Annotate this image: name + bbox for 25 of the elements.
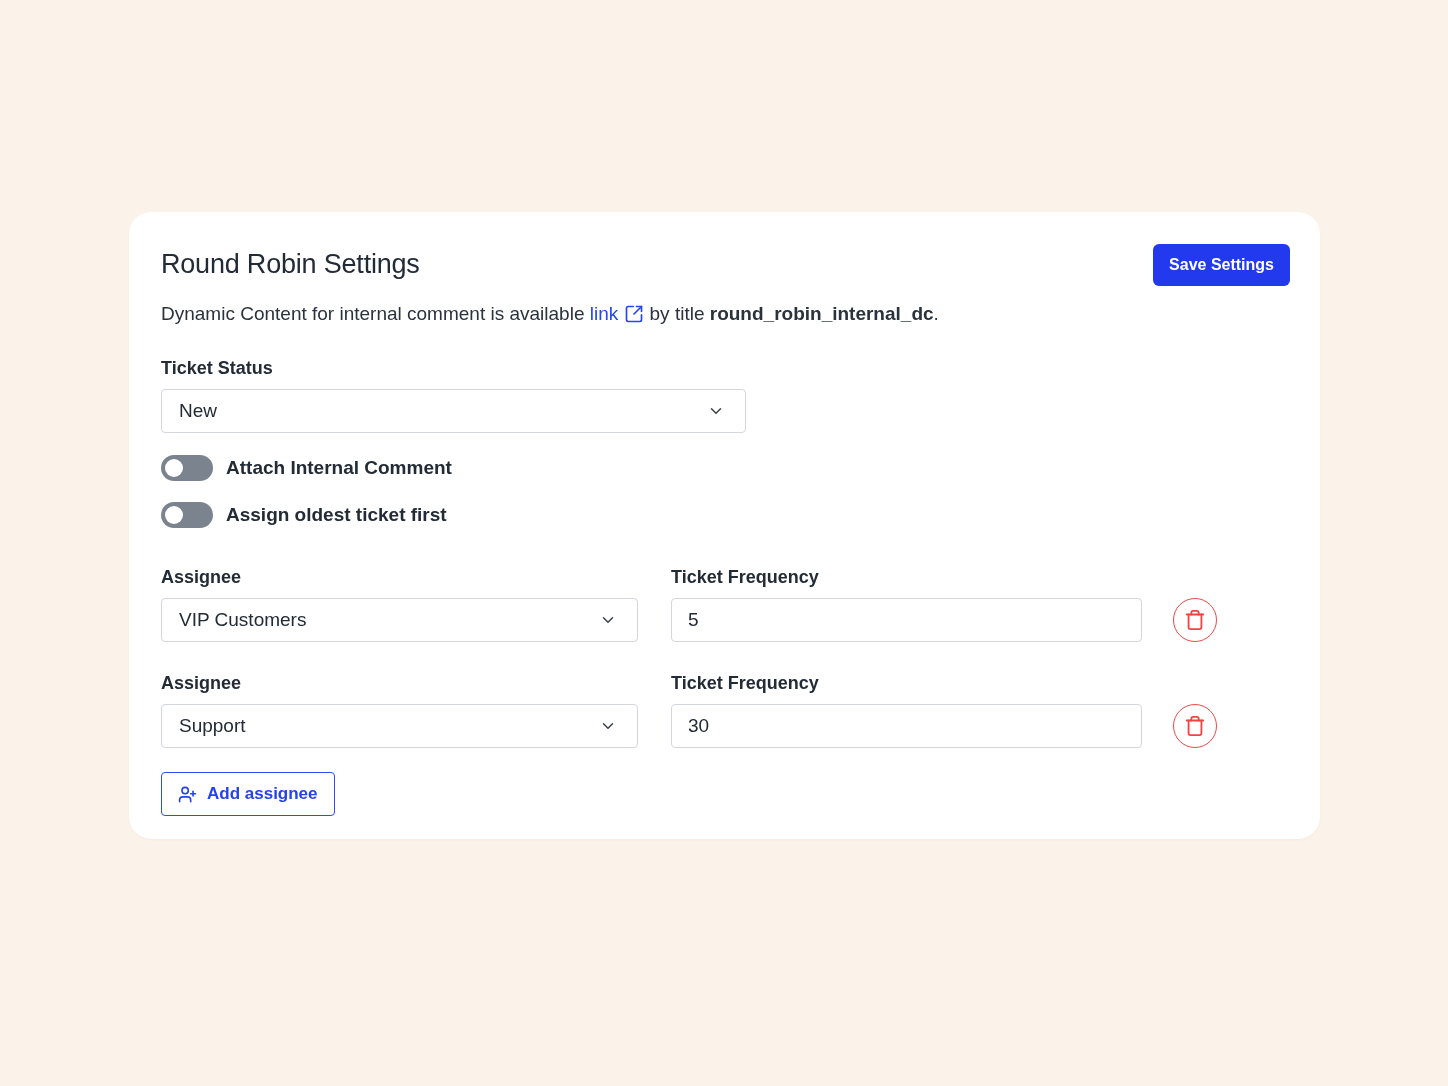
toggle-switch[interactable] xyxy=(161,455,213,481)
frequency-input[interactable]: 5 xyxy=(671,598,1142,642)
field-label: Ticket Frequency xyxy=(671,672,820,694)
external-link-icon xyxy=(624,304,645,324)
field-label: Ticket Status xyxy=(161,357,274,379)
delete-button[interactable] xyxy=(1173,704,1217,748)
toggle-label: Attach Internal Comment xyxy=(226,457,452,479)
trash-icon xyxy=(1184,715,1206,737)
field-label: Assignee xyxy=(161,672,243,694)
toggle-switch[interactable] xyxy=(161,502,213,528)
link[interactable]: link xyxy=(589,302,645,326)
field-label: Assignee xyxy=(161,566,243,588)
ticket-status-select[interactable]: New xyxy=(161,389,746,433)
assignee-select[interactable]: Support xyxy=(161,704,638,748)
save-settings-button[interactable]: Save Settings xyxy=(1153,243,1290,286)
card-title: Round Robin Settings xyxy=(161,249,420,280)
add-assignee-button[interactable]: Add assignee xyxy=(161,772,335,816)
assignee-select[interactable]: VIP Customers xyxy=(161,598,638,642)
delete-button[interactable] xyxy=(1173,598,1217,642)
description-text: Dynamic Content for internal comment is available link by title round_robin_internal_dc. xyxy=(161,302,940,326)
trash-icon xyxy=(1184,609,1206,631)
field-label: Ticket Frequency xyxy=(671,566,820,588)
user-plus-icon xyxy=(178,784,197,804)
toggle-label: Assign oldest ticket first xyxy=(226,504,447,526)
frequency-input[interactable]: 30 xyxy=(671,704,1142,748)
